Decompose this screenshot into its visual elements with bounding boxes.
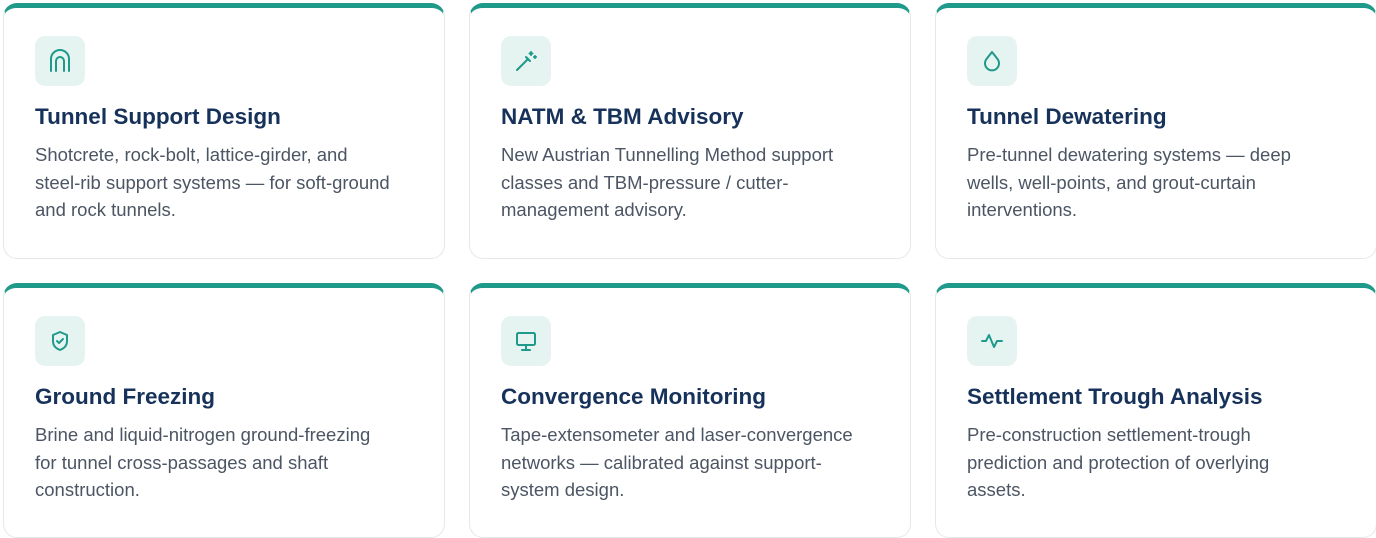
card-title: Settlement Trough Analysis: [967, 384, 1263, 409]
card-description: Shotcrete, rock-bolt, lattice-girder, an…: [35, 144, 390, 220]
service-card-settlement-trough[interactable]: Settlement Trough Analysis Pre-construct…: [935, 283, 1376, 538]
shield-check-icon: [35, 316, 85, 366]
card-description: Pre-construction settlement-trough predi…: [967, 424, 1270, 500]
card-description: Tape-extensometer and laser-convergence …: [501, 424, 853, 500]
card-description: Pre-tunnel dewatering systems — deep wel…: [967, 144, 1291, 220]
services-grid: Tunnel Support Design Shotcrete, rock-bo…: [0, 0, 1376, 538]
service-card-convergence-monitoring[interactable]: Convergence Monitoring Tape-extensometer…: [469, 283, 911, 538]
card-title: Convergence Monitoring: [501, 384, 767, 409]
droplet-icon: [967, 36, 1017, 86]
card-description: Brine and liquid-nitrogen ground-freezin…: [35, 424, 371, 500]
card-description: New Austrian Tunnelling Method support c…: [501, 144, 834, 220]
card-title: Tunnel Dewatering: [967, 104, 1167, 129]
service-card-natm-tbm[interactable]: NATM & TBM Advisory New Austrian Tunnell…: [469, 3, 911, 259]
service-card-tunnel-support[interactable]: Tunnel Support Design Shotcrete, rock-bo…: [3, 3, 445, 259]
wand-icon: [501, 36, 551, 86]
card-title: Tunnel Support Design: [35, 104, 281, 129]
service-card-ground-freezing[interactable]: Ground Freezing Brine and liquid-nitroge…: [3, 283, 445, 538]
card-title: Ground Freezing: [35, 384, 215, 409]
monitor-icon: [501, 316, 551, 366]
activity-pulse-icon: [967, 316, 1017, 366]
service-card-tunnel-dewatering[interactable]: Tunnel Dewatering Pre-tunnel dewatering …: [935, 3, 1376, 259]
tunnel-arch-icon: [35, 36, 85, 86]
card-title: NATM & TBM Advisory: [501, 104, 744, 129]
